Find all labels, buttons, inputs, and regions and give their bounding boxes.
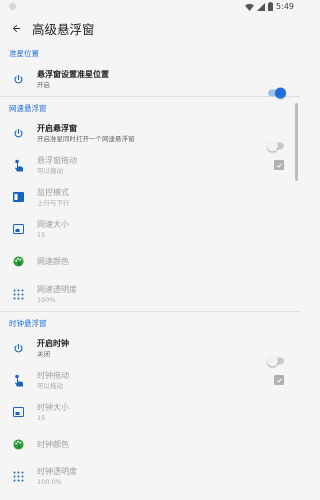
row-speed-size[interactable]: 网速大小 15 [0,213,300,245]
row-summary: 开启 [37,80,50,89]
row-title: 时钟颜色 [37,439,69,449]
row-clock-opacity[interactable]: 时钟透明度 100.0% [0,460,300,492]
monitor-mode-icon [0,192,37,202]
signal-icon [257,2,266,11]
back-button[interactable] [2,14,30,42]
touch-icon [0,374,37,387]
row-summary: 上行与下行 [37,198,70,207]
row-title: 监控模式 [37,187,69,197]
section-header-clock: 时钟悬浮窗 [9,319,47,328]
check-icon [276,162,282,168]
opacity-grid-icon [0,471,37,482]
row-title: 悬浮窗拖动 [37,155,77,165]
row-title: 网速大小 [37,219,69,229]
row-title: 开启悬浮窗 [37,123,77,133]
row-set-position[interactable]: 悬浮窗设置准星位置 开启 [0,62,300,98]
wifi-icon [245,3,255,11]
status-time: 5:49 [276,2,294,11]
row-title: 网速颜色 [37,256,69,266]
power-icon [0,74,37,85]
row-monitor-mode[interactable]: 监控模式 上行与下行 [0,181,300,213]
row-summary: 关闭 [37,349,50,358]
check-icon [276,377,282,383]
notification-dot-icon [9,3,16,10]
row-summary: 可以拖动 [37,381,63,390]
opacity-grid-icon [0,289,37,300]
scrollbar[interactable] [295,103,298,181]
arrow-back-icon [12,24,20,32]
row-speed-color[interactable]: 网速颜色 [0,245,300,277]
palette-icon [0,255,37,267]
picture-in-picture-icon [0,407,37,417]
row-title: 时钟拖动 [37,370,69,380]
enable-clock-switch[interactable] [267,355,284,366]
row-title: 时钟透明度 [37,466,77,476]
row-enable-clock[interactable]: 开启时钟 关闭 [0,332,300,366]
touch-icon [0,159,37,172]
row-enable-speed-window[interactable]: 开启悬浮窗 开启准星同时打开一个网速悬浮窗 [0,117,300,151]
row-title: 时钟大小 [37,402,69,412]
row-summary: 100.0% [37,477,62,486]
settings-list[interactable]: 准星位置 悬浮窗设置准星位置 开启 网速悬浮窗 开启悬浮窗 开启准星同时打开一个… [0,42,300,500]
power-icon [0,128,37,139]
row-title: 悬浮窗设置准星位置 [37,69,109,79]
app-bar: 高级悬浮窗 [0,14,300,42]
row-summary: 100% [37,295,56,304]
battery-icon [268,2,274,11]
row-title: 开启时钟 [37,338,69,348]
row-clock-drag[interactable]: 时钟拖动 可以拖动 [0,364,300,396]
row-title: 网速透明度 [37,284,77,294]
row-speed-opacity[interactable]: 网速透明度 100% [0,277,300,311]
power-icon [0,343,37,354]
clock-drag-checkbox[interactable] [274,375,284,385]
speed-drag-checkbox[interactable] [274,160,284,170]
set-position-switch[interactable] [268,87,286,98]
palette-icon [0,438,37,450]
row-summary: 15 [37,230,46,239]
row-summary: 15 [37,413,46,422]
section-header-position: 准星位置 [9,49,39,58]
row-clock-size[interactable]: 时钟大小 15 [0,396,300,428]
section-header-speed: 网速悬浮窗 [9,104,47,113]
row-summary: 可以拖动 [37,166,63,175]
page-title: 高级悬浮窗 [32,21,95,37]
status-bar: 5:49 [0,0,300,14]
status-icons: 5:49 [245,2,294,11]
row-clock-color[interactable]: 时钟颜色 [0,428,300,460]
enable-speed-switch[interactable] [267,140,284,151]
picture-in-picture-icon [0,224,37,234]
row-speed-drag[interactable]: 悬浮窗拖动 可以拖动 [0,149,300,181]
row-summary: 开启准星同时打开一个网速悬浮窗 [37,134,135,143]
